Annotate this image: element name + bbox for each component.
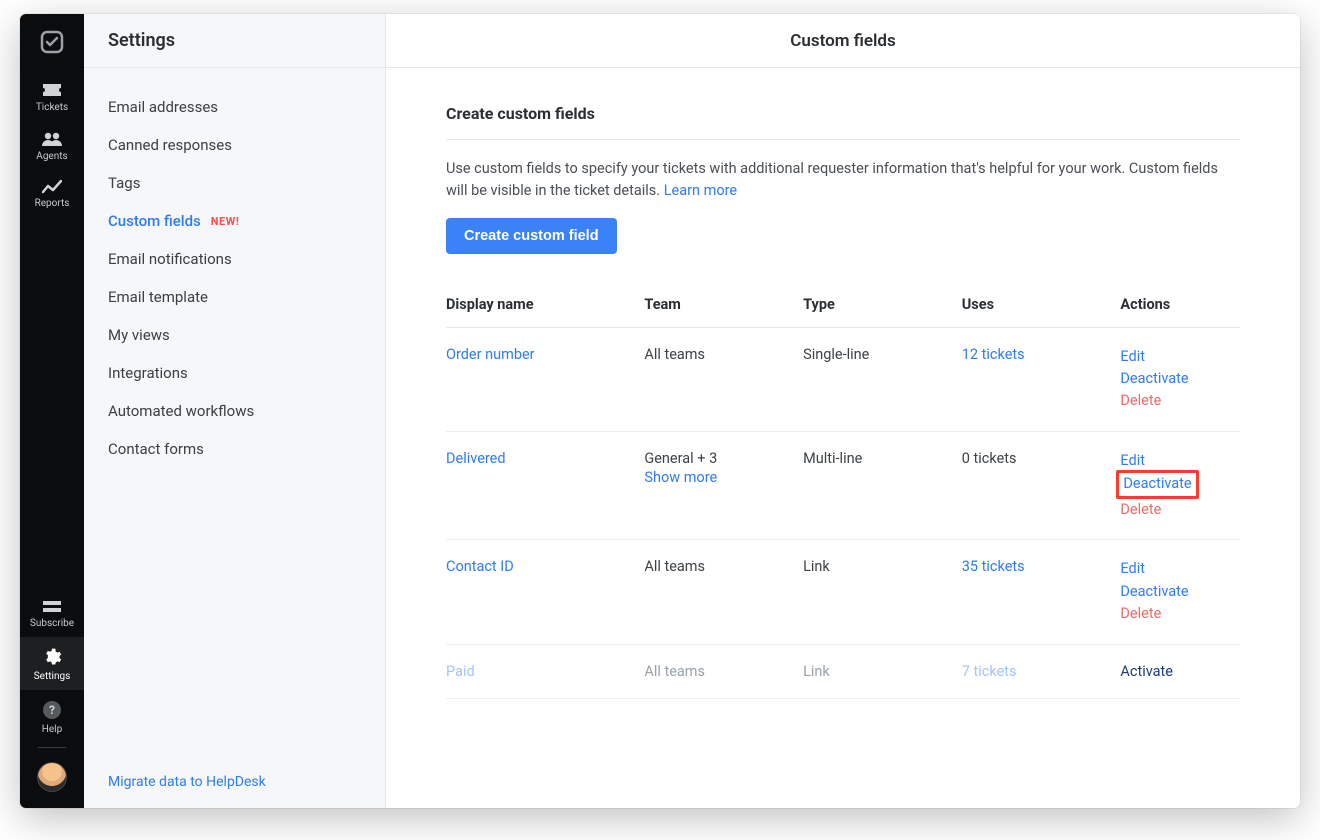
ticket-icon (20, 82, 84, 98)
table-row: Delivered General + 3 Show more Multi-line0… (446, 431, 1240, 539)
nav-tickets[interactable]: Tickets (20, 72, 84, 121)
sidebar-item-automated-workflows[interactable]: Automated workflows (84, 392, 385, 430)
sidebar-item-label: Email addresses (108, 98, 218, 116)
nav-rail: Tickets Agents Reports Subscribe (20, 14, 84, 808)
section-title: Create custom fields (446, 104, 1240, 123)
subscribe-icon (20, 600, 84, 614)
col-uses: Uses (962, 284, 1121, 328)
uses-link[interactable]: 35 tickets (962, 558, 1025, 575)
nav-label: Agents (20, 151, 84, 162)
edit-link[interactable]: Edit (1120, 558, 1230, 580)
col-team: Team (644, 284, 803, 328)
field-name-link[interactable]: Contact ID (446, 558, 514, 575)
nav-label: Help (20, 724, 84, 735)
field-name-link[interactable]: Delivered (446, 450, 506, 467)
show-more-link[interactable]: Show more (644, 469, 793, 486)
type-text: Link (803, 644, 962, 698)
nav-agents[interactable]: Agents (20, 121, 84, 170)
nav-label: Tickets (20, 102, 84, 113)
main-panel: Custom fields Create custom fields Use c… (386, 14, 1300, 808)
sidebar-item-label: Email notifications (108, 250, 232, 268)
col-display-name: Display name (446, 284, 644, 328)
table-row: Paid All teams Link7 tickets Activate (446, 644, 1240, 698)
learn-more-link[interactable]: Learn more (664, 182, 737, 199)
highlight-box: Deactivate (1116, 470, 1198, 498)
team-text: All teams (644, 558, 705, 575)
sidebar-item-email-addresses[interactable]: Email addresses (84, 88, 385, 126)
sidebar-item-label: Custom fields (108, 212, 201, 230)
sidebar-item-label: Integrations (108, 364, 188, 382)
sidebar-item-label: Email template (108, 288, 208, 306)
description-text: Use custom fields to specify your ticket… (446, 160, 1218, 199)
sidebar-footer: Migrate data to HelpDesk (84, 756, 385, 808)
divider (446, 139, 1240, 140)
nav-subscribe[interactable]: Subscribe (20, 590, 84, 637)
col-type: Type (803, 284, 962, 328)
sidebar-item-email-notifications[interactable]: Email notifications (84, 240, 385, 278)
type-text: Single-line (803, 327, 962, 431)
delete-link[interactable]: Delete (1120, 603, 1230, 625)
new-badge: NEW! (211, 215, 240, 228)
rail-divider (38, 747, 66, 748)
sidebar-title: Settings (84, 14, 385, 68)
field-name-link[interactable]: Paid (446, 663, 475, 680)
create-custom-field-button[interactable]: Create custom field (446, 218, 617, 254)
sidebar-nav: Email addresses Canned responses Tags Cu… (84, 68, 385, 756)
sidebar-item-label: My views (108, 326, 170, 344)
sidebar-item-custom-fields[interactable]: Custom fields NEW! (84, 202, 385, 240)
nav-label: Reports (20, 198, 84, 209)
sidebar-item-email-template[interactable]: Email template (84, 278, 385, 316)
type-text: Link (803, 540, 962, 644)
deactivate-link[interactable]: Deactivate (1123, 473, 1191, 495)
uses-link[interactable]: 7 tickets (962, 663, 1017, 680)
logo-icon (40, 30, 64, 54)
sidebar-item-label: Tags (108, 174, 140, 192)
sidebar-item-my-views[interactable]: My views (84, 316, 385, 354)
sidebar-item-contact-forms[interactable]: Contact forms (84, 430, 385, 468)
sidebar-item-label: Canned responses (108, 136, 232, 154)
agents-icon (20, 131, 84, 147)
gear-icon (20, 647, 84, 667)
deactivate-link[interactable]: Deactivate (1120, 368, 1230, 390)
avatar[interactable] (37, 762, 67, 792)
section-description: Use custom fields to specify your ticket… (446, 158, 1240, 202)
content-area: Create custom fields Use custom fields t… (386, 68, 1300, 719)
nav-reports[interactable]: Reports (20, 170, 84, 217)
uses-link[interactable]: 12 tickets (962, 346, 1025, 363)
table-row: Order number All teams Single-line12 ticke… (446, 327, 1240, 431)
team-text: All teams (644, 663, 705, 680)
migrate-link[interactable]: Migrate data to HelpDesk (108, 774, 266, 790)
edit-link[interactable]: Edit (1120, 346, 1230, 368)
col-actions: Actions (1120, 284, 1240, 328)
nav-help[interactable]: ? Help (20, 690, 84, 743)
custom-fields-table: Display name Team Type Uses Actions Orde… (446, 284, 1240, 699)
activate-link[interactable]: Activate (1120, 663, 1173, 680)
type-text: Multi-line (803, 431, 962, 539)
team-text: All teams (644, 346, 705, 363)
reports-icon (20, 180, 84, 194)
nav-settings[interactable]: Settings (20, 637, 84, 690)
sidebar-item-label: Contact forms (108, 440, 204, 458)
app-frame: Tickets Agents Reports Subscribe (20, 14, 1300, 808)
table-row: Contact ID All teams Link35 tickets EditDea… (446, 540, 1240, 644)
sidebar-item-tags[interactable]: Tags (84, 164, 385, 202)
delete-link[interactable]: Delete (1120, 499, 1230, 521)
delete-link[interactable]: Delete (1120, 390, 1230, 412)
svg-text:?: ? (49, 703, 55, 717)
sidebar-item-canned-responses[interactable]: Canned responses (84, 126, 385, 164)
nav-label: Settings (20, 671, 84, 682)
edit-link[interactable]: Edit (1120, 450, 1230, 472)
sidebar-item-label: Automated workflows (108, 402, 254, 420)
nav-label: Subscribe (20, 618, 84, 629)
page-title: Custom fields (386, 14, 1300, 68)
app-logo (36, 26, 68, 58)
sidebar-item-integrations[interactable]: Integrations (84, 354, 385, 392)
deactivate-link[interactable]: Deactivate (1120, 581, 1230, 603)
field-name-link[interactable]: Order number (446, 346, 535, 363)
help-icon: ? (20, 700, 84, 720)
team-text: General + 3 (644, 450, 717, 467)
uses-text: 0 tickets (962, 431, 1121, 539)
settings-sidebar: Settings Email addresses Canned response… (84, 14, 386, 808)
